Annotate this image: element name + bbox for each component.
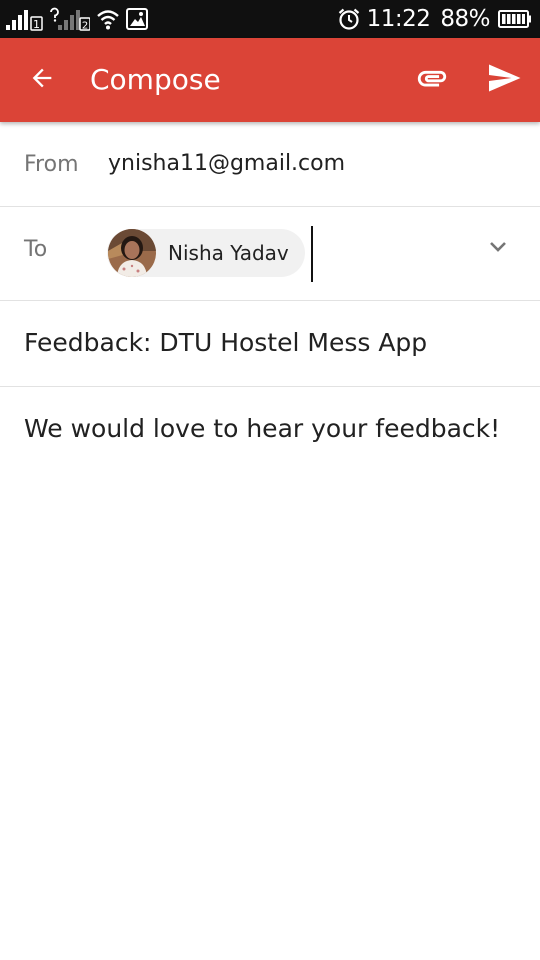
gallery-notification-icon <box>126 8 148 30</box>
send-icon <box>486 60 522 100</box>
compose-body-field[interactable]: We would love to hear your feedback! <box>24 414 524 443</box>
battery-percentage: 88% <box>440 6 490 32</box>
sim2-badge: 2 <box>82 21 88 32</box>
contact-avatar <box>108 229 156 277</box>
status-time: 11:22 <box>366 6 431 32</box>
status-left-group: 1 2 <box>6 6 148 32</box>
back-button[interactable] <box>18 56 66 104</box>
from-label: From <box>24 152 79 177</box>
battery-icon <box>498 10 532 28</box>
to-label: To <box>24 237 48 262</box>
status-bar: 1 2 11:22 88% <box>0 0 540 38</box>
signal-sim2-icon: 2 <box>50 7 90 31</box>
subject-row: Feedback: DTU Hostel Mess App <box>0 301 540 387</box>
back-arrow-icon <box>28 64 56 96</box>
chevron-down-icon <box>486 235 510 263</box>
attachment-icon <box>415 61 449 99</box>
recipient-chip[interactable]: Nisha Yadav <box>107 229 305 277</box>
app-bar: Compose <box>0 38 540 122</box>
send-button[interactable] <box>480 56 528 104</box>
wifi-icon <box>96 8 120 30</box>
from-account-selector[interactable]: ynisha11@gmail.com <box>108 151 345 176</box>
sim1-badge: 1 <box>33 18 40 31</box>
recipient-name: Nisha Yadav <box>168 241 289 265</box>
status-right-group: 11:22 88% <box>337 0 532 38</box>
subject-field[interactable]: Feedback: DTU Hostel Mess App <box>24 328 427 357</box>
from-row: From ynisha11@gmail.com <box>0 122 540 207</box>
alarm-icon <box>337 7 361 31</box>
page-title: Compose <box>90 63 221 96</box>
attach-button[interactable] <box>408 56 456 104</box>
to-input-cursor[interactable] <box>311 226 313 282</box>
to-row: To Nisha Yadav <box>0 207 540 301</box>
expand-recipients-button[interactable] <box>478 229 518 269</box>
signal-sim1-icon: 1 <box>6 7 44 31</box>
